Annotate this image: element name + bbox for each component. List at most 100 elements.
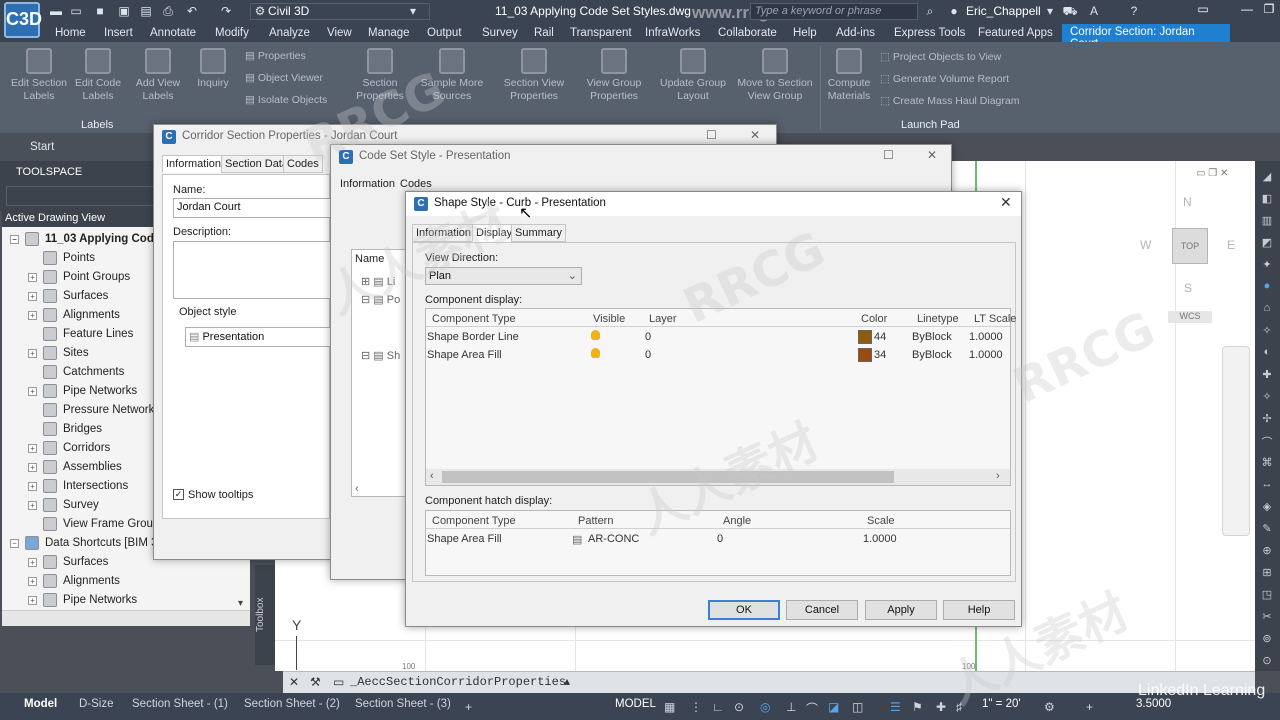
- expand-icon[interactable]: +: [28, 557, 37, 567]
- expand-icon[interactable]: +: [28, 310, 37, 320]
- row-lt-scale[interactable]: 1.0000: [969, 331, 1003, 343]
- maximize-button[interactable]: ☐: [706, 128, 717, 142]
- scroll-down-arrow[interactable]: ▾: [238, 598, 243, 609]
- expand-icon[interactable]: +: [28, 386, 37, 396]
- tree-item-alignments[interactable]: + Alignments: [28, 308, 120, 326]
- tool-icon[interactable]: ▥: [1259, 214, 1275, 228]
- tree-item-shortcut-alignments[interactable]: + Alignments: [28, 574, 120, 592]
- tree-item-survey[interactable]: + Survey: [28, 498, 99, 516]
- properties-item[interactable]: ▤ Properties: [245, 50, 306, 62]
- globe-icon[interactable]: ●: [1259, 280, 1275, 294]
- annotation-monitor-icon[interactable]: ⚑: [912, 700, 923, 714]
- tool-icon[interactable]: ✦: [1259, 258, 1275, 272]
- color-swatch[interactable]: [858, 348, 872, 362]
- tree-data-shortcuts[interactable]: − Data Shortcuts [BIM 3: [10, 536, 158, 554]
- tree-item-catchments[interactable]: Catchments: [28, 365, 124, 383]
- cart-icon[interactable]: ⛟: [1062, 3, 1078, 19]
- tree-item-feature-lines[interactable]: Feature Lines: [28, 327, 133, 345]
- tab-analyze[interactable]: Analyze: [269, 27, 310, 39]
- tool-icon[interactable]: ✎: [1259, 522, 1275, 536]
- column-header-component-type[interactable]: Component Type: [432, 313, 516, 325]
- section-properties-button[interactable]: Section Properties: [350, 48, 410, 103]
- column-header-component-type[interactable]: Component Type: [432, 515, 516, 527]
- tab-home[interactable]: Home: [55, 27, 86, 39]
- minimize-window-button[interactable]: —: [1236, 2, 1258, 20]
- expand-icon[interactable]: +: [28, 291, 37, 301]
- expand-icon[interactable]: +: [28, 595, 37, 605]
- tree-item-shortcut-surfaces[interactable]: + Surfaces: [28, 555, 108, 573]
- navigation-bar[interactable]: [1222, 346, 1250, 536]
- tab-start[interactable]: Start: [30, 141, 54, 153]
- edit-code-labels-button[interactable]: Edit Code Labels: [68, 48, 128, 103]
- a360-icon[interactable]: A: [1086, 3, 1102, 19]
- close-button[interactable]: ✕: [927, 148, 937, 162]
- tab-codes[interactable]: Codes: [397, 176, 435, 192]
- redo-icon[interactable]: ↷: [218, 3, 234, 19]
- tool-icon[interactable]: ✢: [1259, 412, 1275, 426]
- tree-item-sites[interactable]: + Sites: [28, 346, 89, 364]
- dyn-toggle-icon[interactable]: ⌒: [806, 700, 818, 717]
- tab-view[interactable]: View: [327, 27, 352, 39]
- cancel-button[interactable]: Cancel: [786, 600, 858, 620]
- tree-item-surfaces[interactable]: + Surfaces: [28, 289, 108, 307]
- tab-information[interactable]: Information: [337, 176, 398, 192]
- tab-information[interactable]: Information: [162, 155, 226, 173]
- column-header-lt-scale[interactable]: LT Scale: [974, 313, 1016, 325]
- row-type[interactable]: Shape Border Line: [427, 331, 519, 343]
- tree-node[interactable]: ⊟ ▤ Po: [361, 293, 400, 306]
- tool-icon[interactable]: ↔: [1259, 478, 1275, 492]
- help-button[interactable]: Help: [943, 600, 1015, 620]
- expand-icon[interactable]: +: [28, 272, 37, 282]
- compute-materials-button[interactable]: Compute Materials: [823, 48, 875, 103]
- tab-featured-apps[interactable]: Featured Apps: [978, 27, 1053, 39]
- add-layout-icon[interactable]: +: [465, 700, 472, 714]
- tab-codes[interactable]: Codes: [283, 155, 323, 173]
- tab-manage[interactable]: Manage: [368, 27, 410, 39]
- polar-toggle-icon[interactable]: ⊙: [734, 700, 744, 714]
- chevron-up-icon[interactable]: ▴: [564, 674, 570, 688]
- update-group-layout-button[interactable]: Update Group Layout: [655, 48, 731, 103]
- viewcube-north[interactable]: N: [1183, 195, 1192, 209]
- layout-tab-model[interactable]: Model: [24, 698, 57, 710]
- description-field[interactable]: [173, 241, 333, 299]
- tool-icon[interactable]: ⊞: [1259, 566, 1275, 580]
- tree-node[interactable]: ⊟ ▤ Sh: [361, 349, 400, 362]
- column-header-visible[interactable]: Visible: [593, 313, 625, 325]
- maximize-button[interactable]: ☐: [883, 148, 894, 162]
- ortho-toggle-icon[interactable]: ∟: [712, 700, 724, 714]
- tool-icon[interactable]: ⌂: [1259, 302, 1275, 316]
- tool-icon[interactable]: ✚: [1259, 368, 1275, 382]
- expand-icon[interactable]: +: [28, 462, 37, 472]
- tool-icon[interactable]: ✧: [1259, 390, 1275, 404]
- chevron-down-icon[interactable]: ▾: [1042, 3, 1058, 19]
- scroll-right-arrow[interactable]: ›: [996, 470, 1000, 482]
- restore-window-button[interactable]: ❐: [1258, 2, 1280, 20]
- open-web-icon[interactable]: ▤: [138, 3, 154, 19]
- tool-icon[interactable]: ⊚: [1259, 632, 1275, 646]
- crosshair-icon[interactable]: +: [1086, 700, 1093, 714]
- tool-icon[interactable]: ◧: [1259, 192, 1275, 206]
- show-tooltips-checkbox[interactable]: ✓: [173, 489, 184, 500]
- tree-node[interactable]: ⊞ ▤ Li: [361, 275, 395, 288]
- undo-icon[interactable]: ↶: [184, 3, 200, 19]
- new-file-icon[interactable]: ▬: [48, 3, 64, 19]
- horizontal-scrollbar[interactable]: [2, 610, 250, 626]
- column-header-scale[interactable]: Scale: [867, 515, 895, 527]
- edit-section-labels-button[interactable]: Edit Section Labels: [6, 48, 72, 103]
- otrack-toggle-icon[interactable]: ⊥: [786, 700, 796, 714]
- annotation-scale[interactable]: 1" = 20': [982, 698, 1021, 710]
- chevron-down-icon[interactable]: ▾: [405, 3, 421, 19]
- toolbox-tab[interactable]: Toolbox: [255, 565, 275, 665]
- selection-cycling-icon[interactable]: ☰: [890, 700, 901, 714]
- grid-toggle-icon[interactable]: ▦: [664, 700, 675, 714]
- snap-toggle-icon[interactable]: ⋮: [690, 700, 702, 714]
- move-to-section-view-group-button[interactable]: Move to Section View Group: [732, 48, 818, 103]
- tab-information[interactable]: Information: [412, 224, 476, 242]
- tree-item-pressure-networks[interactable]: Pressure Networks: [28, 403, 160, 421]
- viewcube-south[interactable]: S: [1184, 281, 1192, 295]
- wrench-icon[interactable]: ⚒: [310, 675, 321, 689]
- tree-item-bridges[interactable]: Bridges: [28, 422, 102, 440]
- scrollbar-thumb[interactable]: [442, 471, 894, 483]
- model-space-toggle[interactable]: MODEL: [615, 698, 656, 710]
- viewport-controls-icon[interactable]: ▭ ❐ ✕: [1196, 168, 1248, 180]
